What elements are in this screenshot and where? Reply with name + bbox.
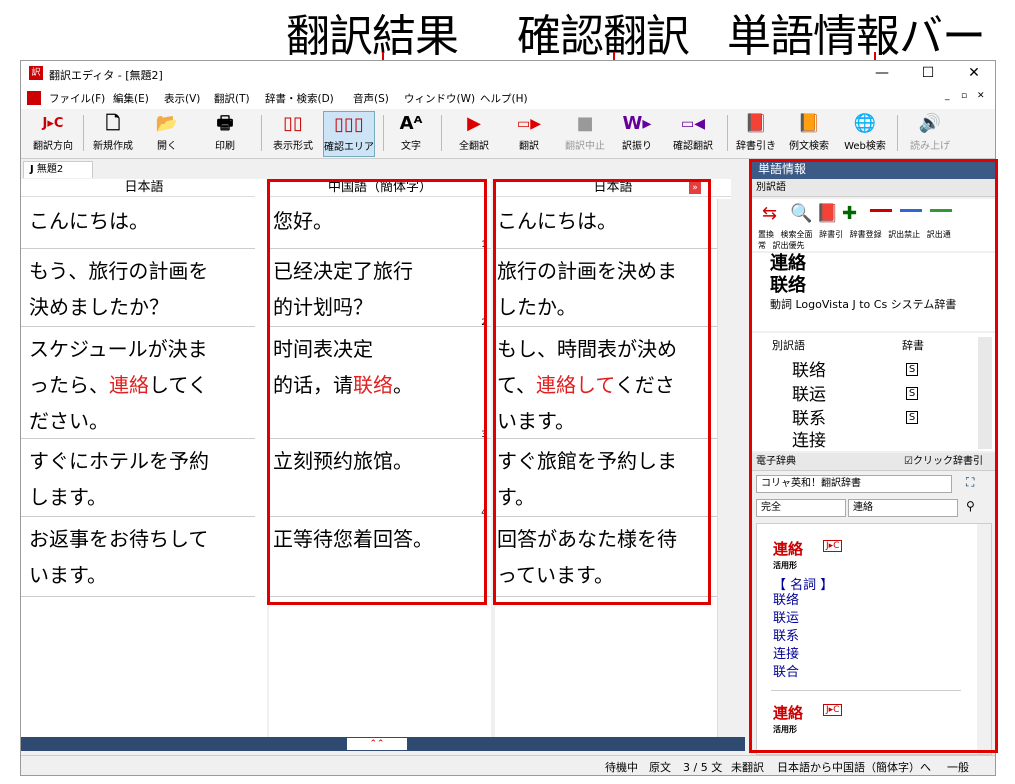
maximize-button[interactable]: ☐ xyxy=(905,61,951,87)
dict-lookup-button[interactable]: 📕 辞書引き xyxy=(731,111,781,157)
globe-icon: 🌐 xyxy=(853,113,877,134)
check-scrollbar[interactable] xyxy=(717,199,731,737)
display-format-button[interactable]: ▯▯ 表示形式 xyxy=(267,111,319,157)
direction-button[interactable]: J▸C 翻訳方向 xyxy=(29,111,77,157)
toolbar-separator xyxy=(261,115,262,151)
example-icon: 📙 xyxy=(797,113,821,134)
text-button[interactable]: Aᴬ 文字 xyxy=(389,111,433,157)
status-translated: 未翻訳 xyxy=(731,761,764,774)
speaker-icon: 🔊 xyxy=(918,113,942,134)
app-icon: 訳 xyxy=(29,66,43,80)
source-header: 日本語 xyxy=(21,179,267,197)
folder-icon: 📂 xyxy=(155,113,179,134)
toolbar-separator xyxy=(83,115,84,151)
source-seg-3[interactable]: スケジュールが決まったら、連絡してください。3 xyxy=(21,327,267,440)
menu-window[interactable]: ウィンドウ(W) xyxy=(404,91,475,106)
source-pane[interactable]: 日本語 こんにちは。1 もう、旅行の計画を決めましたか？2 スケジュールが決まっ… xyxy=(21,179,267,737)
dictionary-icon: 📕 xyxy=(744,113,768,134)
menu-bar: ファイル(F) 編集(E) 表示(V) 翻訳(T) 辞書・検索(D) 音声(S)… xyxy=(21,87,995,109)
jc-icon: J▸C xyxy=(42,116,64,131)
toolbar-separator xyxy=(897,115,898,151)
play-icon: ▶ xyxy=(467,113,481,134)
mdi-restore[interactable]: ▫ xyxy=(961,91,967,101)
menu-help[interactable]: ヘルプ(H) xyxy=(480,91,528,106)
check-translate-icon: ▭◀ xyxy=(681,116,705,132)
toolbar-separator xyxy=(441,115,442,151)
status-bar: 待機中 原文 3 / 5 文 未翻訳 日本語から中国語（簡体字）へ 一般 xyxy=(21,755,995,775)
print-button[interactable]: 🖶 印刷 xyxy=(201,111,249,157)
three-columns-icon: ▯▯▯ xyxy=(334,114,364,135)
splitter-toggle-icon[interactable]: ⌃⌃ xyxy=(347,738,407,750)
stop-button[interactable]: ■ 翻訳中止 xyxy=(557,111,613,157)
translate-all-button[interactable]: ▶ 全翻訳 xyxy=(449,111,499,157)
status-state: 待機中 xyxy=(605,761,638,774)
title-bar: 訳 翻訳エディタ - [無題2] — ☐ ✕ xyxy=(21,61,995,87)
status-field: 一般 xyxy=(947,761,969,774)
furigana-icon: W▸ xyxy=(622,113,652,134)
minimize-button[interactable]: — xyxy=(859,61,905,87)
check-translate-button[interactable]: ▭◀ 確認翻訳 xyxy=(665,111,721,157)
new-doc-icon: 🗋 xyxy=(105,113,121,134)
close-button[interactable]: ✕ xyxy=(951,61,997,87)
toolbar: J▸C 翻訳方向 🗋 新規作成 📂 開く 🖶 印刷 ▯▯ 表示形式 ▯▯▯ 確認エリア Aᴬ… xyxy=(21,109,995,159)
app-window: 訳 翻訳エディタ - [無題2] — ☐ ✕ ファイル(F) 編集(E) 表示(… xyxy=(20,60,998,776)
menu-view[interactable]: 表示(V) xyxy=(164,91,200,106)
callout-translation-result: 翻訳結果 xyxy=(286,11,459,62)
web-search-button[interactable]: 🌐 Web検索 xyxy=(839,111,891,157)
printer-icon: 🖶 xyxy=(216,113,234,134)
status-mode: 原文 xyxy=(649,761,671,774)
toolbar-separator xyxy=(727,115,728,151)
columns-icon: ▯▯ xyxy=(283,113,303,134)
status-direction: 日本語から中国語（簡体字）へ xyxy=(777,761,931,774)
highlight-target-box xyxy=(267,179,487,605)
tab-doc[interactable]: J 無題2 xyxy=(23,161,93,178)
mdi-close[interactable]: ✕ xyxy=(977,91,985,101)
doc-icon xyxy=(27,91,41,105)
toolbar-separator xyxy=(383,115,384,151)
status-sentence-count: 3 / 5 文 xyxy=(683,761,723,774)
menu-translate[interactable]: 翻訳(T) xyxy=(214,91,250,106)
new-button[interactable]: 🗋 新規作成 xyxy=(87,111,139,157)
menu-dict-search[interactable]: 辞書・検索(D) xyxy=(265,91,334,106)
translate-icon: ▭▶ xyxy=(517,116,541,132)
source-margin xyxy=(255,179,267,737)
read-aloud-button[interactable]: 🔊 読み上げ xyxy=(905,111,955,157)
window-title: 翻訳エディタ - [無題2] xyxy=(49,69,163,82)
example-search-button[interactable]: 📙 例文検索 xyxy=(783,111,835,157)
menu-file[interactable]: ファイル(F) xyxy=(49,91,105,106)
font-icon: Aᴬ xyxy=(399,113,423,134)
tab-bar: J 無題2 xyxy=(21,160,745,178)
callout-word-info-bar: 単語情報バー xyxy=(727,11,986,62)
mdi-min[interactable]: _ xyxy=(945,91,950,101)
source-seg-1[interactable]: こんにちは。1 xyxy=(21,199,267,250)
open-button[interactable]: 📂 開く xyxy=(143,111,191,157)
source-seg-5[interactable]: お返事をお待ちしています。5 xyxy=(21,517,267,598)
furigana-button[interactable]: W▸ 訳振り xyxy=(617,111,657,157)
translate-button[interactable]: ▭▶ 翻訳 xyxy=(509,111,549,157)
highlight-word: 連絡 xyxy=(109,373,149,397)
menu-edit[interactable]: 編集(E) xyxy=(113,91,149,106)
highlight-word-info-box xyxy=(749,159,998,753)
highlight-check-box xyxy=(493,179,711,605)
source-seg-2[interactable]: もう、旅行の計画を決めましたか？2 xyxy=(21,249,267,328)
callout-check-translation: 確認翻訳 xyxy=(517,11,690,62)
stop-icon: ■ xyxy=(576,113,594,134)
check-area-button[interactable]: ▯▯▯ 確認エリア xyxy=(323,111,375,157)
source-seg-4[interactable]: すぐにホテルを予約します。4 xyxy=(21,439,267,518)
menu-voice[interactable]: 音声(S) xyxy=(353,91,389,106)
